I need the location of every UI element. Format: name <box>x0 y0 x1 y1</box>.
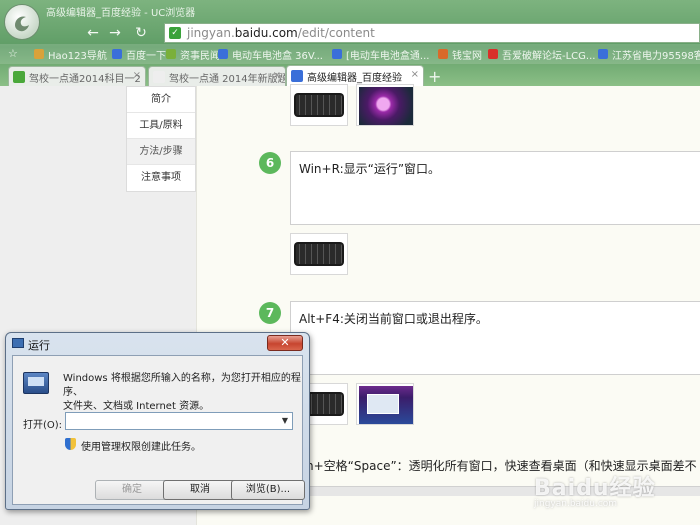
bookmark-item[interactable]: 电动车电池盒 36V... <box>218 47 323 62</box>
bookmark-favicon-icon <box>112 49 122 59</box>
run-program-icon <box>23 372 49 394</box>
open-combobox[interactable]: ▼ <box>65 412 293 430</box>
step-number-badge: 7 <box>259 302 281 324</box>
browser-tab[interactable]: 驾校一点通 2014年新版题 × <box>148 66 286 86</box>
step-image-thumbnail[interactable] <box>290 233 348 275</box>
step-6-text: Win+R:显示“运行”窗口。 <box>299 162 441 176</box>
bookmark-item[interactable]: 钱宝网 <box>438 47 482 62</box>
bookmark-favicon-icon <box>218 49 228 59</box>
chevron-down-icon[interactable]: ▼ <box>278 413 292 429</box>
new-tab-plus-icon[interactable]: + <box>428 67 441 86</box>
open-label: 打开(O): <box>23 420 63 431</box>
flower-image <box>359 87 413 125</box>
forward-button[interactable]: → <box>106 24 124 42</box>
bookmark-favicon-icon <box>438 49 448 59</box>
tab-close-icon[interactable]: × <box>133 70 141 81</box>
bookmark-label: 吾爱破解论坛-LCG... <box>502 51 596 62</box>
close-button[interactable]: ✕ <box>267 335 303 351</box>
run-dialog: 运行 ✕ Windows 将根据您所输入的名称，为您打开相应的程序、 文件夹、文… <box>5 332 310 510</box>
bookmark-label: 江苏省电力95598客... <box>612 51 700 62</box>
step-image-thumbnail[interactable] <box>356 383 414 425</box>
tab-label: 高级编辑器_百度经验 <box>307 73 402 84</box>
tab-label: 驾校一点通 2014年新版题 <box>169 74 286 85</box>
step-number-badge: 6 <box>259 152 281 174</box>
browser-chrome: 高级编辑器_百度经验 - UC浏览器 ← → ↻ ✓ jingyan.baidu… <box>0 0 700 86</box>
navigation-bar: ← → ↻ ✓ jingyan.baidu.com/edit/content <box>44 22 700 44</box>
bookmark-label: 资事民闻 <box>180 51 220 62</box>
bookmarks-bar: ☆ Hao123导航 百度一下 资事民闻 电动车电池盒 36V... [电动车电池盒通.… <box>0 44 700 64</box>
ok-button[interactable]: 确定 <box>95 480 169 500</box>
dialog-title: 运行 <box>28 339 50 352</box>
tab-favicon-icon <box>13 71 25 83</box>
step-6-text-editor[interactable]: Win+R:显示“运行”窗口。 <box>290 151 700 225</box>
star-icon[interactable]: ☆ <box>8 47 18 60</box>
sidebar-item-notes[interactable]: 注意事项 <box>127 165 195 191</box>
dialog-body: Windows 将根据您所输入的名称，为您打开相应的程序、 文件夹、文档或 In… <box>12 355 305 505</box>
uc-browser-logo[interactable] <box>4 4 40 40</box>
tab-bar: 驾校一点通2014科目一2 × 驾校一点通 2014年新版题 × 高级编辑器_百度经验 ×… <box>0 64 700 86</box>
bookmark-item[interactable]: [电动车电池盒通... <box>332 47 430 62</box>
admin-privilege-text: 使用管理权限创建此任务。 <box>81 442 201 453</box>
bookmark-label: Hao123导航 <box>48 51 107 62</box>
browser-tab[interactable]: 高级编辑器_百度经验 × <box>286 65 424 86</box>
bookmark-favicon-icon <box>34 49 44 59</box>
bookmark-favicon-icon <box>598 49 608 59</box>
bookmark-item[interactable]: 百度一下 <box>112 47 166 62</box>
step-image-thumbnail[interactable] <box>356 84 414 126</box>
tab-label: 驾校一点通2014科目一2 <box>29 74 141 85</box>
dialog-description: Windows 将根据您所输入的名称，为您打开相应的程序、 文件夹、文档或 In… <box>63 373 301 412</box>
bookmark-favicon-icon <box>488 49 498 59</box>
tab-close-icon[interactable]: × <box>411 69 419 80</box>
run-window-icon <box>12 338 24 348</box>
bookmark-favicon-icon <box>332 49 342 59</box>
back-icon: ← <box>87 25 99 41</box>
bookmark-label: [电动车电池盒通... <box>346 51 430 62</box>
section-sidebar: 简介 工具/原料 方法/步骤 注意事项 <box>126 86 196 192</box>
uac-shield-icon <box>65 438 76 450</box>
desktop-screenshot-image <box>359 386 413 424</box>
sidebar-item-tools[interactable]: 工具/原料 <box>127 113 195 139</box>
bookmark-item[interactable]: 江苏省电力95598客... <box>598 47 700 62</box>
close-icon: ✕ <box>280 336 290 349</box>
window-title: 高级编辑器_百度经验 - UC浏览器 <box>46 8 196 19</box>
tab-favicon-icon <box>291 70 303 82</box>
tab-close-icon[interactable]: × <box>273 70 281 81</box>
bookmark-label: 百度一下 <box>126 51 166 62</box>
tab-favicon-icon <box>153 71 165 83</box>
bookmark-item[interactable]: 吾爱破解论坛-LCG... <box>488 47 596 62</box>
step-7-text-editor[interactable]: Alt+F4:关闭当前窗口或退出程序。 <box>290 301 700 375</box>
bookmark-item[interactable]: Hao123导航 <box>34 47 107 62</box>
forward-icon: → <box>109 25 121 41</box>
browser-tab[interactable]: 驾校一点通2014科目一2 × <box>8 66 146 86</box>
browse-button[interactable]: 浏览(B)... <box>231 480 305 500</box>
secure-check-icon: ✓ <box>169 27 181 39</box>
step-7-text: Alt+F4:关闭当前窗口或退出程序。 <box>299 312 488 326</box>
back-button[interactable]: ← <box>84 24 102 42</box>
url-text: jingyan.baidu.com/edit/content <box>187 26 375 40</box>
refresh-icon: ↻ <box>135 25 147 41</box>
refresh-button[interactable]: ↻ <box>132 24 150 42</box>
step-image-thumbnail[interactable] <box>290 84 348 126</box>
keyboard-image <box>294 93 344 117</box>
baidu-jingyan-watermark: Baidu经验 jingyan.baidu.com <box>534 476 656 509</box>
cancel-button[interactable]: 取消 <box>163 480 237 500</box>
open-input[interactable] <box>68 414 274 428</box>
bookmark-item[interactable]: 资事民闻 <box>166 47 220 62</box>
bookmark-favicon-icon <box>166 49 176 59</box>
address-bar[interactable]: ✓ jingyan.baidu.com/edit/content <box>164 23 700 43</box>
bookmark-label: 电动车电池盒 36V... <box>232 51 323 62</box>
keyboard-image <box>294 242 344 266</box>
bookmark-label: 钱宝网 <box>452 51 482 62</box>
sidebar-item-intro[interactable]: 简介 <box>127 87 195 113</box>
sidebar-item-steps[interactable]: 方法/步骤 <box>127 139 195 165</box>
